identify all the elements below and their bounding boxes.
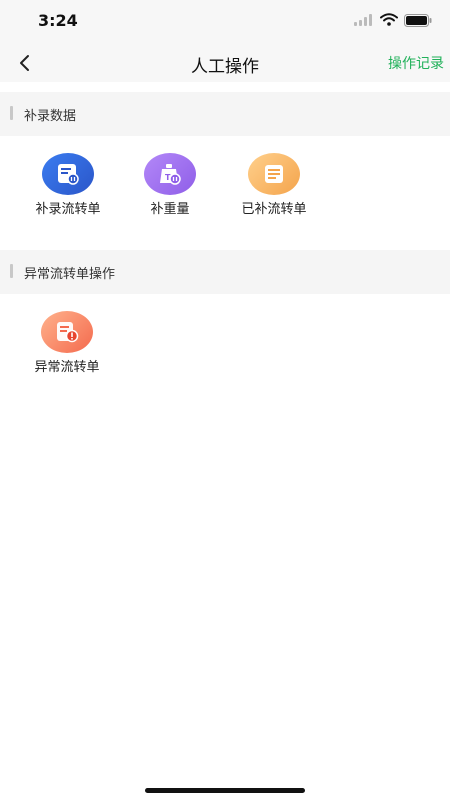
navigation-bar: 人工操作 操作记录 (0, 44, 450, 82)
weight-icon: T (144, 153, 196, 195)
grid-item-label: 已补流转单 (241, 202, 307, 217)
abnormal-transfer-order-button[interactable]: 异常流转单 (17, 311, 117, 375)
supplement-transfer-order-button[interactable]: 补录流转单 (18, 153, 118, 217)
home-indicator (145, 788, 305, 793)
operation-records-link[interactable]: 操作记录 (388, 53, 444, 73)
status-bar: 3:24 (0, 0, 450, 44)
grid-item-label: 补重量 (150, 202, 190, 217)
section-marker (10, 264, 13, 278)
document-add-icon (42, 153, 94, 195)
page-title: 人工操作 (191, 57, 259, 77)
grid-item-label: 补录流转单 (35, 202, 101, 217)
section-title: 异常流转单操作 (24, 267, 116, 282)
cellular-signal-icon (354, 14, 372, 26)
document-alert-icon (41, 311, 93, 353)
section-marker (10, 106, 13, 120)
battery-icon (404, 14, 432, 27)
section-body-supplement-data: 补录流转单 T 补重量 已补流转单 (0, 136, 450, 248)
section-body-abnormal-orders: 异常流转单 (0, 294, 450, 384)
section-header-abnormal-orders: 异常流转单操作 (0, 250, 450, 294)
section-header-supplement-data: 补录数据 (0, 92, 450, 136)
section-title: 补录数据 (24, 109, 77, 124)
supplement-weight-button[interactable]: T 补重量 (120, 153, 220, 217)
supplemented-transfer-orders-button[interactable]: 已补流转单 (224, 153, 324, 217)
wifi-icon (380, 13, 398, 26)
document-done-icon (248, 153, 300, 195)
status-time: 3:24 (38, 11, 78, 30)
grid-item-label: 异常流转单 (34, 360, 100, 375)
